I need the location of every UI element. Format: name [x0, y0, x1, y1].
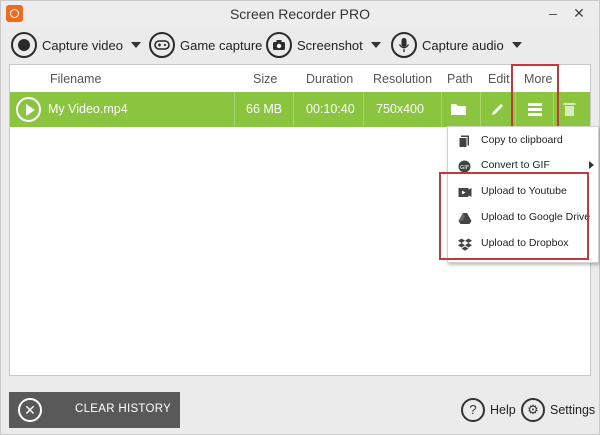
capture-video-button[interactable]: Capture video: [11, 32, 141, 58]
close-icon: ✕: [18, 398, 42, 422]
settings-label: Settings: [550, 403, 596, 417]
column-header-filename[interactable]: Filename: [50, 72, 101, 86]
title-bar: Screen Recorder PRO – ✕: [1, 1, 599, 27]
upload-options-highlight: [439, 172, 589, 260]
gif-icon: GIF: [458, 158, 471, 173]
chevron-down-icon[interactable]: [130, 42, 141, 48]
capture-video-label: Capture video: [42, 37, 123, 53]
camera-icon: [266, 32, 292, 58]
row-filename: My Video.mp4: [48, 102, 128, 116]
gamepad-icon: [149, 32, 175, 58]
chevron-down-icon[interactable]: [370, 42, 381, 48]
app-window: Screen Recorder PRO – ✕ Capture video Ga…: [0, 0, 600, 435]
window-title: Screen Recorder PRO: [229, 6, 371, 22]
help-button[interactable]: ? Help: [461, 398, 516, 422]
minimize-button[interactable]: –: [543, 3, 563, 23]
more-column-highlight: [511, 64, 559, 128]
settings-button[interactable]: ⚙ Settings: [521, 398, 595, 422]
trash-icon[interactable]: [563, 102, 576, 118]
microphone-icon: [391, 32, 417, 58]
table-row[interactable]: My Video.mp4 66 MB 00:10:40 750x400: [10, 92, 590, 127]
capture-audio-button[interactable]: Capture audio: [391, 32, 522, 58]
column-divider: [480, 92, 481, 127]
column-header-size[interactable]: Size: [253, 72, 277, 86]
folder-icon[interactable]: [450, 102, 467, 118]
game-capture-button[interactable]: Game capture: [149, 32, 262, 58]
toolbar: Capture video Game capture Screenshot Ca…: [1, 28, 599, 64]
row-resolution: 750x400: [376, 102, 424, 116]
column-header-duration[interactable]: Duration: [306, 72, 353, 86]
column-header-edit: Edit: [488, 72, 510, 86]
column-divider: [441, 92, 442, 127]
game-capture-label: Game capture: [180, 37, 263, 53]
column-header-resolution[interactable]: Resolution: [373, 72, 432, 86]
screenshot-button[interactable]: Screenshot: [266, 32, 381, 58]
screenshot-label: Screenshot: [297, 37, 363, 53]
play-icon[interactable]: [16, 97, 41, 122]
pencil-icon[interactable]: [490, 102, 505, 118]
clear-history-button[interactable]: ✕ CLEAR HISTORY: [9, 392, 180, 428]
menu-item-label: Copy to clipboard: [481, 134, 563, 146]
clipboard-icon: [458, 133, 471, 148]
svg-text:GIF: GIF: [460, 165, 469, 171]
capture-audio-label: Capture audio: [422, 37, 504, 53]
close-button[interactable]: ✕: [569, 3, 589, 23]
question-icon: ?: [461, 398, 485, 422]
menu-item-copy-to-clipboard[interactable]: Copy to clipboard: [448, 128, 598, 152]
column-divider: [234, 92, 235, 127]
gear-icon: ⚙: [521, 398, 545, 422]
row-duration: 00:10:40: [306, 102, 355, 116]
help-label: Help: [490, 403, 516, 417]
chevron-right-icon: [589, 161, 594, 169]
row-size: 66 MB: [246, 102, 283, 116]
column-divider: [293, 92, 294, 127]
chevron-down-icon[interactable]: [511, 42, 522, 48]
column-divider: [363, 92, 364, 127]
clear-history-label: CLEAR HISTORY: [75, 403, 172, 415]
record-icon: [11, 32, 37, 58]
column-header-path: Path: [447, 72, 473, 86]
